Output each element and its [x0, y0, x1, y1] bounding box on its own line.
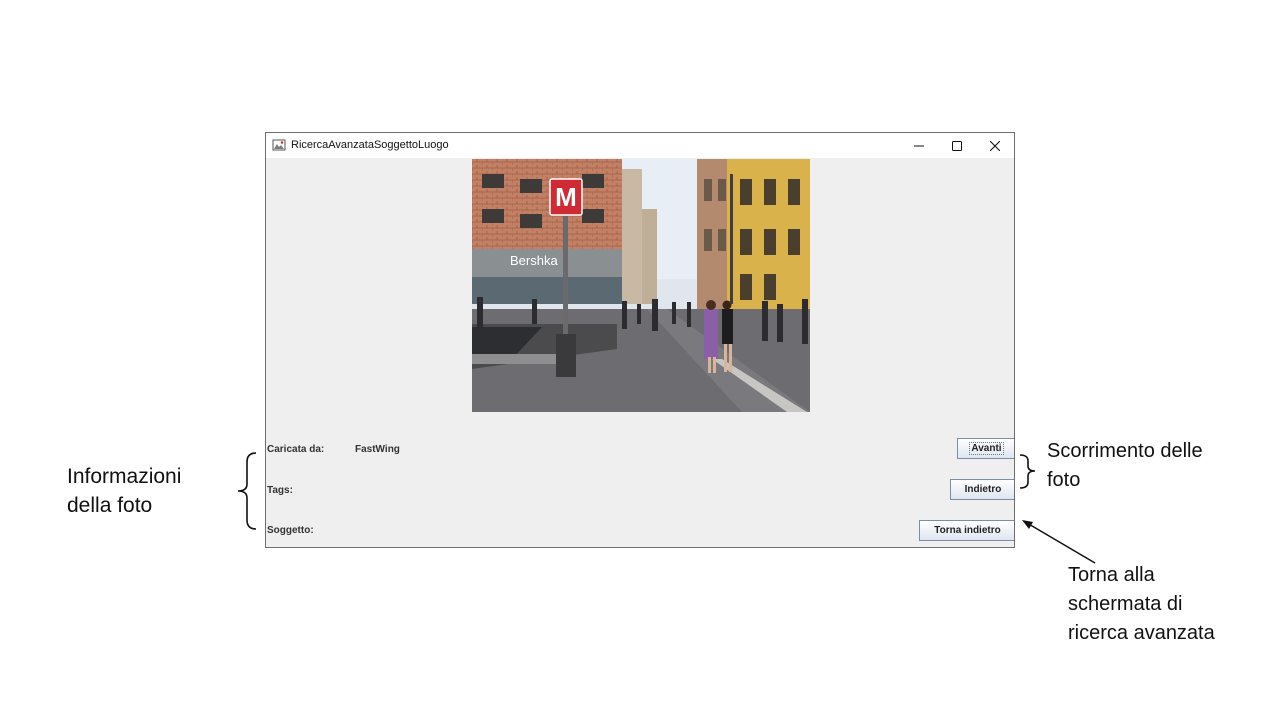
right-brace-icon [1019, 454, 1036, 489]
annotation-marks [237, 452, 1096, 564]
left-brace-icon [237, 452, 257, 530]
arrow-line [1026, 522, 1096, 564]
arrow-head-icon [1022, 520, 1033, 529]
